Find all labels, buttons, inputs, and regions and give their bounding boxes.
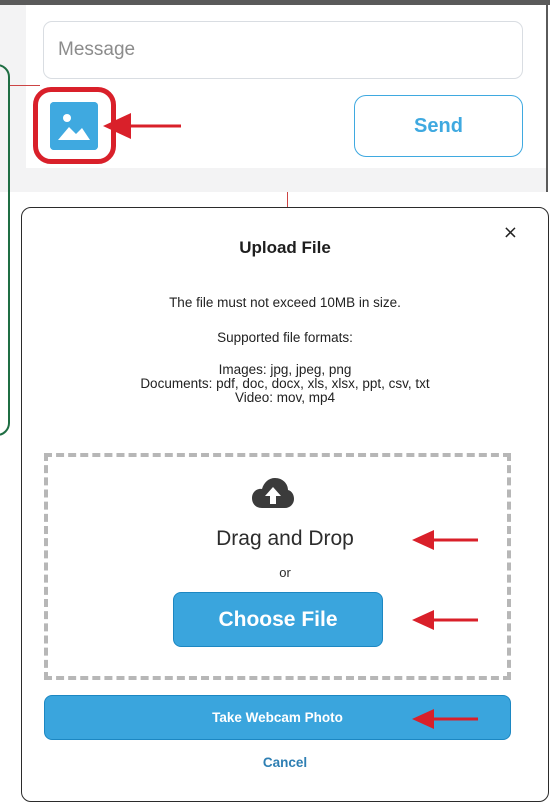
image-icon xyxy=(50,102,98,150)
formats-video: Video: mov, mp4 xyxy=(234,390,336,405)
connector-line-vertical xyxy=(287,192,288,208)
cancel-link[interactable]: Cancel xyxy=(22,755,548,770)
send-button[interactable]: Send xyxy=(354,95,523,157)
attach-image-button[interactable] xyxy=(50,102,98,150)
message-input[interactable] xyxy=(43,21,523,79)
choose-file-button[interactable]: Choose File xyxy=(173,592,383,647)
cloud-upload-icon xyxy=(252,478,294,508)
size-notice: The file must not exceed 10MB in size. xyxy=(169,295,401,310)
red-arrow-image xyxy=(103,113,181,139)
or-label: or xyxy=(279,565,291,580)
formats-title: Supported file formats: xyxy=(217,330,353,345)
red-arrow-drag-drop xyxy=(412,530,478,550)
connector-line xyxy=(10,85,40,86)
side-panel-fragment xyxy=(0,64,10,436)
formats-images: Images: jpg, jpeg, png xyxy=(218,362,352,377)
modal-title: Upload File xyxy=(239,238,331,257)
red-arrow-webcam xyxy=(412,709,478,729)
formats-documents: Documents: pdf, doc, docx, xls, xlsx, pp… xyxy=(140,376,430,391)
red-arrow-choose-file xyxy=(412,610,478,630)
